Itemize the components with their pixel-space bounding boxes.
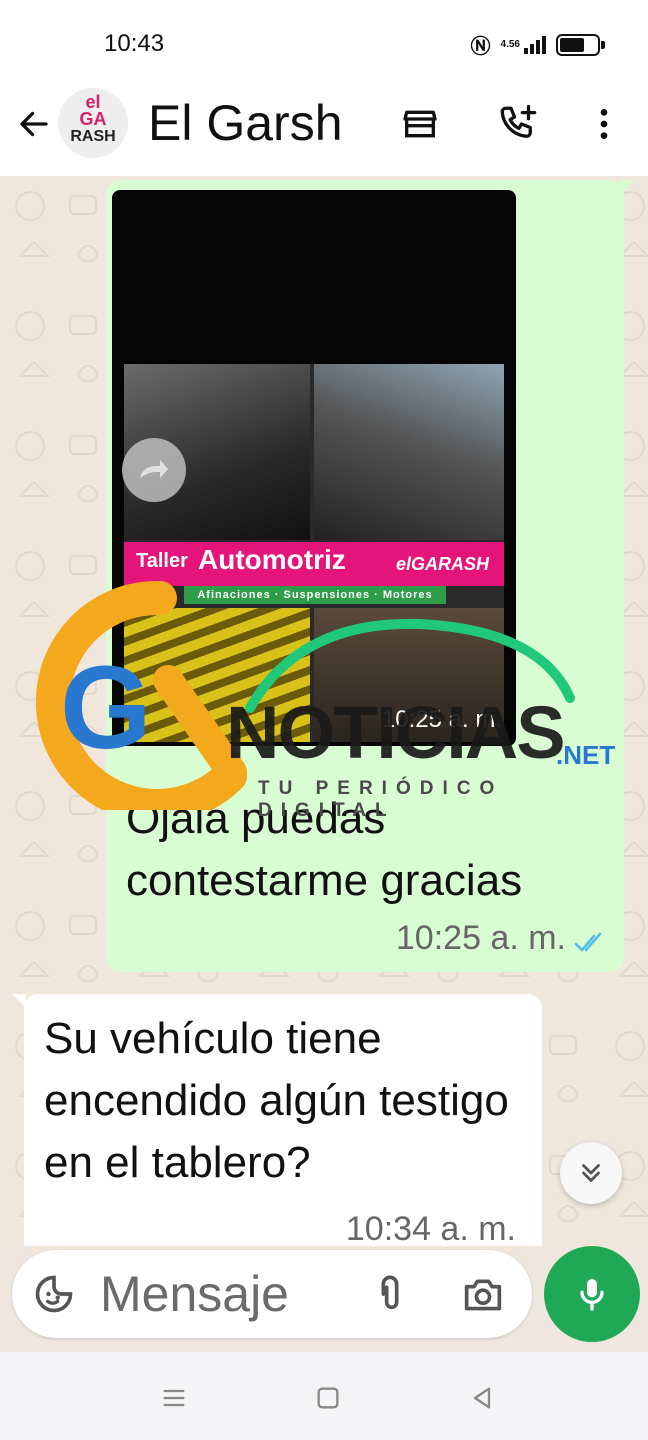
battery-icon	[556, 33, 605, 56]
signal-icon	[524, 35, 546, 54]
watermark-tagline: TU PERIÓDICO DIGITAL	[258, 778, 504, 821]
phone-plus-icon	[500, 104, 537, 138]
forward-button[interactable]	[122, 438, 186, 502]
home-button[interactable]	[308, 1378, 348, 1418]
scroll-to-bottom-button[interactable]	[560, 1142, 622, 1204]
contact-name[interactable]: El Garsh	[148, 94, 343, 152]
avatar-logo: el GA RASH	[70, 92, 116, 145]
chat-header: el GA RASH El Garsh	[0, 80, 648, 176]
incoming-message[interactable]: Su vehículo tiene encendido algún testig…	[12, 994, 542, 1246]
outgoing-message[interactable]: Taller Automotriz elGARASH Afinaciones ·…	[106, 180, 634, 972]
flyer-band: Taller Automotriz elGARASH	[124, 542, 504, 586]
watermark-name: NOTICIAS	[226, 691, 566, 774]
message-timestamp: 10:25 a. m.	[395, 919, 566, 957]
back-button[interactable]	[14, 102, 54, 146]
arrow-left-icon	[20, 111, 48, 137]
system-nav-bar	[0, 1352, 648, 1440]
forward-icon	[140, 460, 168, 478]
storefront-icon	[403, 110, 437, 138]
battery-level	[560, 37, 584, 52]
message-composer	[12, 1250, 532, 1338]
voice-message-button[interactable]	[544, 1246, 640, 1342]
camera-button[interactable]	[458, 1270, 508, 1318]
more-vertical-icon	[600, 109, 608, 139]
triangle-back-icon	[473, 1387, 491, 1409]
add-call-button[interactable]	[494, 100, 542, 148]
flyer-subtitle: Afinaciones · Suspensiones · Motores	[184, 586, 446, 604]
message-text: Su vehículo tiene encendido algún testig…	[44, 1014, 509, 1187]
more-options-button[interactable]	[580, 100, 628, 148]
nfc-icon: Ⓝ	[470, 34, 491, 58]
status-bar: 10:43 Ⓝ 4.56	[0, 0, 648, 80]
message-timestamp: 10:34 a. m.	[345, 1210, 516, 1246]
message-input[interactable]	[100, 1264, 340, 1324]
attach-button[interactable]	[366, 1270, 414, 1318]
network-speed: 4.56	[500, 38, 520, 50]
chevron-double-down-icon	[582, 1164, 600, 1182]
square-icon	[317, 1387, 339, 1409]
flyer-image: Taller Automotriz elGARASH Afinaciones ·…	[124, 364, 504, 742]
sticker-smiley-icon	[35, 1275, 73, 1313]
menu-lines-icon	[163, 1389, 185, 1407]
system-back-button[interactable]	[462, 1378, 502, 1418]
avatar[interactable]: el GA RASH	[58, 88, 128, 158]
microphone-icon	[580, 1279, 604, 1311]
camera-icon	[464, 1279, 502, 1311]
status-time: 10:43	[104, 30, 165, 57]
watermark-domain: .NET	[556, 740, 616, 770]
emoji-button[interactable]	[30, 1270, 78, 1318]
recent-apps-button[interactable]	[154, 1378, 194, 1418]
paperclip-icon	[381, 1275, 399, 1310]
status-icons: Ⓝ 4.56	[470, 30, 605, 59]
catalog-button[interactable]	[396, 100, 444, 148]
read-ticks-icon	[574, 932, 602, 952]
